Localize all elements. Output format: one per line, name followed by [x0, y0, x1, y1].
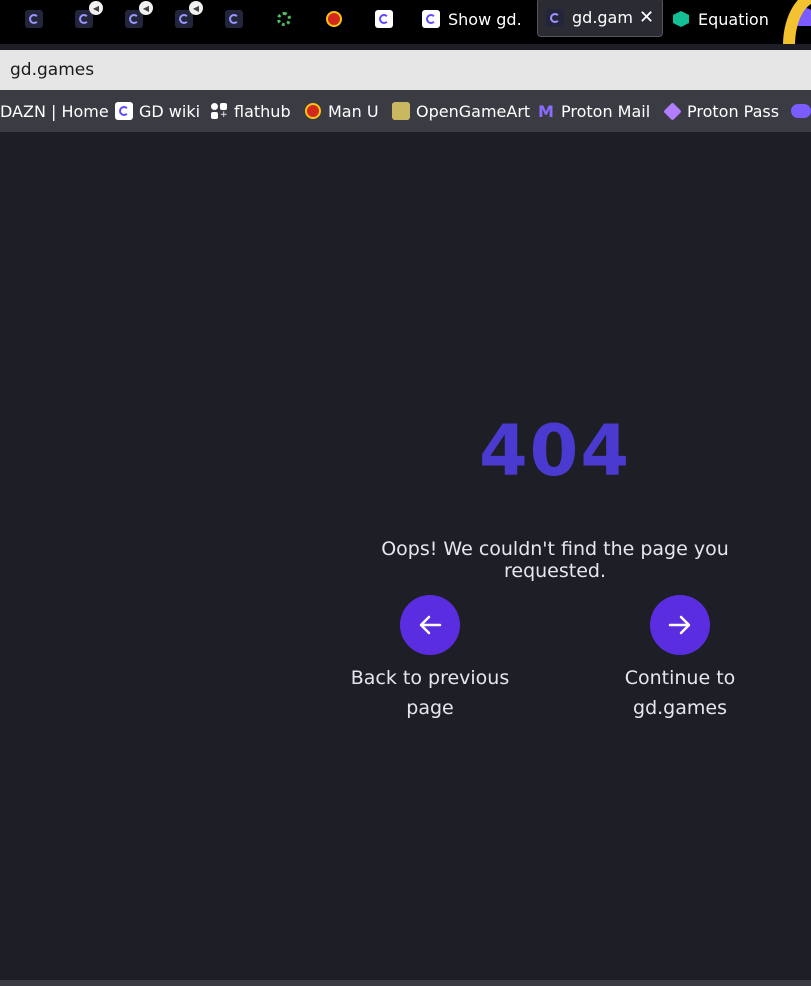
tab-gd-games-active[interactable]: gd.gam ✕ — [537, 0, 664, 37]
bookmark-flathub[interactable]: + flathub — [210, 90, 291, 132]
ring-icon — [275, 10, 293, 28]
bookmark-label: Man U — [328, 101, 379, 121]
bookmark-proton-pass[interactable]: Proton Pass — [662, 90, 780, 132]
bookmark-label: flathub — [234, 101, 291, 121]
bookmark-man-u[interactable]: Man U — [304, 90, 379, 132]
manu-crest-icon — [325, 10, 343, 28]
back-button[interactable]: Back to previous page — [335, 595, 525, 723]
tab[interactable] — [225, 4, 243, 34]
close-icon[interactable]: ✕ — [639, 7, 654, 28]
bookmark-label: Proton Pass — [687, 101, 780, 121]
tab[interactable] — [25, 4, 43, 34]
proton-mail-icon: M — [538, 101, 554, 121]
arrow-left-icon[interactable] — [400, 595, 460, 655]
bookmarks-bar: DAZN | Home GD wiki + flathub Man U Open… — [0, 90, 811, 132]
gd-icon: ◀ — [175, 1, 203, 28]
speaker-icon[interactable]: ◀ — [189, 1, 203, 15]
gd-icon — [115, 102, 133, 120]
error-code: 404 — [478, 410, 632, 492]
decorative-shape — [783, 0, 811, 44]
continue-label[interactable]: Continue to gd.games — [585, 663, 775, 723]
bottom-strip — [0, 980, 811, 986]
tab-title: Equation — [698, 9, 769, 29]
gd-icon — [546, 8, 564, 27]
bookmark-more[interactable] — [791, 90, 811, 132]
tab[interactable]: ◀ — [125, 1, 153, 34]
tab-equation[interactable]: Equation — [672, 4, 769, 34]
gd-icon — [422, 10, 440, 28]
bookmark-dazn[interactable]: DAZN | Home — [0, 90, 109, 132]
bookmark-label: Proton Mail — [561, 101, 651, 121]
gd-icon: ◀ — [125, 1, 153, 28]
bookmark-label: GD wiki — [139, 101, 201, 121]
tab[interactable] — [275, 4, 293, 34]
gd-icon — [375, 10, 393, 28]
gd-icon — [225, 10, 243, 28]
tab[interactable] — [375, 4, 393, 34]
tab[interactable] — [325, 4, 343, 34]
gd-icon: ◀ — [75, 1, 103, 28]
khan-icon — [672, 10, 690, 28]
flathub-icon: + — [210, 102, 228, 120]
manu-crest-icon — [304, 102, 322, 120]
speaker-icon[interactable]: ◀ — [89, 1, 103, 15]
back-label[interactable]: Back to previous page — [335, 663, 525, 723]
continue-button[interactable]: Continue to gd.games — [585, 595, 775, 723]
arrow-right-icon[interactable] — [650, 595, 710, 655]
url-input[interactable] — [0, 50, 760, 90]
proton-pass-icon — [662, 101, 682, 121]
bookmark-gd-wiki[interactable]: GD wiki — [115, 90, 200, 132]
address-bar — [0, 50, 811, 90]
tab[interactable]: ◀ — [75, 1, 103, 34]
tab-title: gd.gam — [572, 8, 633, 27]
tab[interactable]: ◀ — [175, 1, 203, 34]
bookmark-proton-mail[interactable]: M Proton Mail — [537, 90, 650, 132]
tab-title: Show gd.g — [448, 9, 520, 29]
bookmark-label: OpenGameArt — [416, 101, 531, 121]
error-message: Oops! We couldn't find the page you requ… — [381, 538, 729, 582]
gd-icon — [25, 10, 43, 28]
speaker-icon[interactable]: ◀ — [139, 1, 153, 15]
opengameart-icon — [392, 102, 410, 120]
tab-show-gd[interactable]: Show gd.g — [422, 4, 520, 34]
tab-strip: ◀ ◀ ◀ Show gd.g gd.gam ✕ Equation — [0, 0, 811, 44]
bookmark-label: DAZN | Home — [0, 101, 109, 121]
bookmark-opengameart[interactable]: OpenGameArt — [392, 90, 530, 132]
ghost-icon — [791, 104, 811, 118]
error-content: 404 Oops! We couldn't find the page you … — [335, 410, 775, 730]
